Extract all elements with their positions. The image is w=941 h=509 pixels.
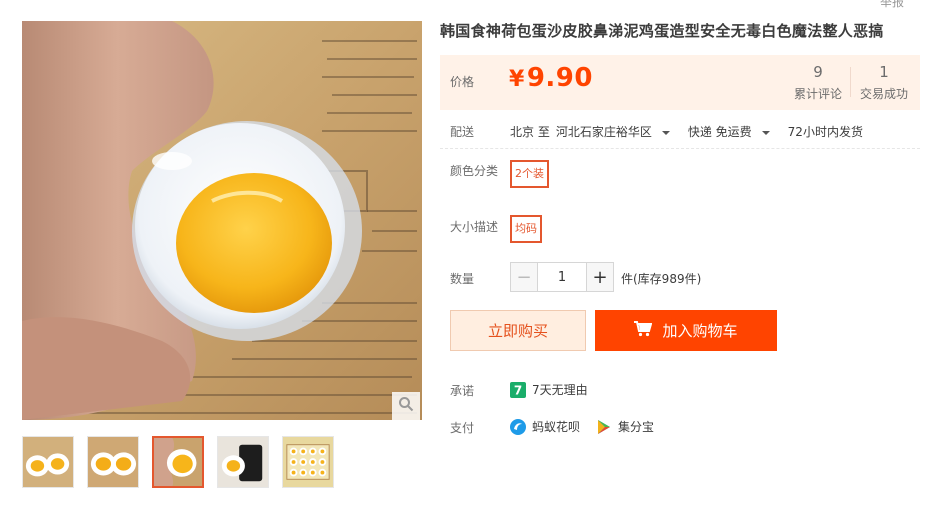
quantity-decrease-button[interactable]: − — [510, 262, 538, 292]
huabei-icon — [510, 418, 526, 435]
dispatch-time: 72小时内发货 — [787, 125, 863, 139]
product-title: 韩国食神荷包蛋沙皮胶鼻涕泥鸡蛋造型安全无毒白色魔法整人恶搞 — [440, 22, 884, 40]
main-product-image[interactable] — [22, 21, 422, 420]
main-product-image-art — [22, 21, 422, 420]
review-count-stat[interactable]: 9 累计评论 — [792, 63, 844, 102]
buy-now-button[interactable]: 立即购买 — [450, 310, 586, 351]
payment-label: 支付 — [450, 421, 475, 435]
color-option-selected[interactable]: 2个装 — [510, 160, 549, 188]
add-to-cart-button[interactable]: 加入购物车 — [595, 310, 777, 351]
price-label: 价格 — [450, 75, 475, 89]
ship-method: 快递 免运费 — [687, 125, 752, 139]
svg-text:7: 7 — [514, 383, 522, 397]
thumbnail-1[interactable] — [22, 436, 74, 488]
ship-method-selector[interactable]: 快递 免运费 — [688, 123, 782, 140]
payment-options: 蚂蚁花呗 集分宝 — [510, 418, 654, 435]
stat-divider — [850, 67, 851, 97]
payment-huabei[interactable]: 蚂蚁花呗 — [532, 418, 580, 435]
quantity-increase-button[interactable]: + — [586, 262, 614, 292]
thumbnail-5[interactable] — [282, 436, 334, 488]
review-count-label: 累计评论 — [793, 87, 842, 101]
jifenbao-icon — [596, 419, 612, 435]
sales-count: 1 — [879, 63, 889, 81]
promise-label: 承诺 — [450, 384, 475, 398]
sales-count-label: 交易成功 — [859, 87, 908, 101]
color-label: 颜色分类 — [450, 164, 499, 178]
thumbnail-strip — [22, 436, 334, 488]
report-link[interactable]: 举报 — [880, 0, 904, 10]
currency-symbol: ¥ — [509, 67, 525, 92]
payment-jifenbao[interactable]: 集分宝 — [618, 418, 654, 435]
size-label: 大小描述 — [450, 220, 499, 234]
ship-to: 河北石家庄裕华区 — [555, 125, 652, 139]
thumbnail-2[interactable] — [87, 436, 139, 488]
stock-info: 件(库存989件) — [621, 272, 702, 286]
quantity-stepper: − + — [510, 262, 614, 292]
add-to-cart-label: 加入购物车 — [662, 322, 738, 340]
price-value: ¥9.90 — [509, 63, 593, 93]
thumbnail-4[interactable] — [217, 436, 269, 488]
cart-icon — [634, 320, 662, 341]
price-panel: 价格 ¥9.90 9 累计评论 1 交易成功 — [440, 55, 920, 110]
ship-from: 北京 至 — [510, 125, 550, 139]
promise-text: 7天无理由 — [532, 383, 588, 397]
quantity-label: 数量 — [450, 272, 475, 286]
ship-to-selector[interactable]: 河北石家庄裕华区 — [556, 123, 682, 140]
shipping-label: 配送 — [450, 125, 475, 139]
zoom-button[interactable] — [392, 392, 420, 420]
chevron-down-icon — [761, 130, 770, 135]
promise-service[interactable]: 7 7天无理由 — [510, 381, 588, 398]
review-count: 9 — [813, 63, 823, 81]
quantity-input[interactable] — [538, 262, 586, 292]
seven-day-icon: 7 — [510, 381, 526, 398]
thumbnail-3-active[interactable] — [152, 436, 204, 488]
section-divider — [440, 148, 920, 149]
chevron-down-icon — [661, 130, 670, 135]
shipping-row: 北京 至 河北石家庄裕华区 快递 免运费 72小时内发货 — [510, 123, 869, 140]
search-icon — [398, 396, 414, 416]
price-amount: 9.90 — [526, 63, 593, 93]
size-option-selected[interactable]: 均码 — [510, 215, 542, 243]
sales-count-stat: 1 交易成功 — [858, 63, 910, 102]
